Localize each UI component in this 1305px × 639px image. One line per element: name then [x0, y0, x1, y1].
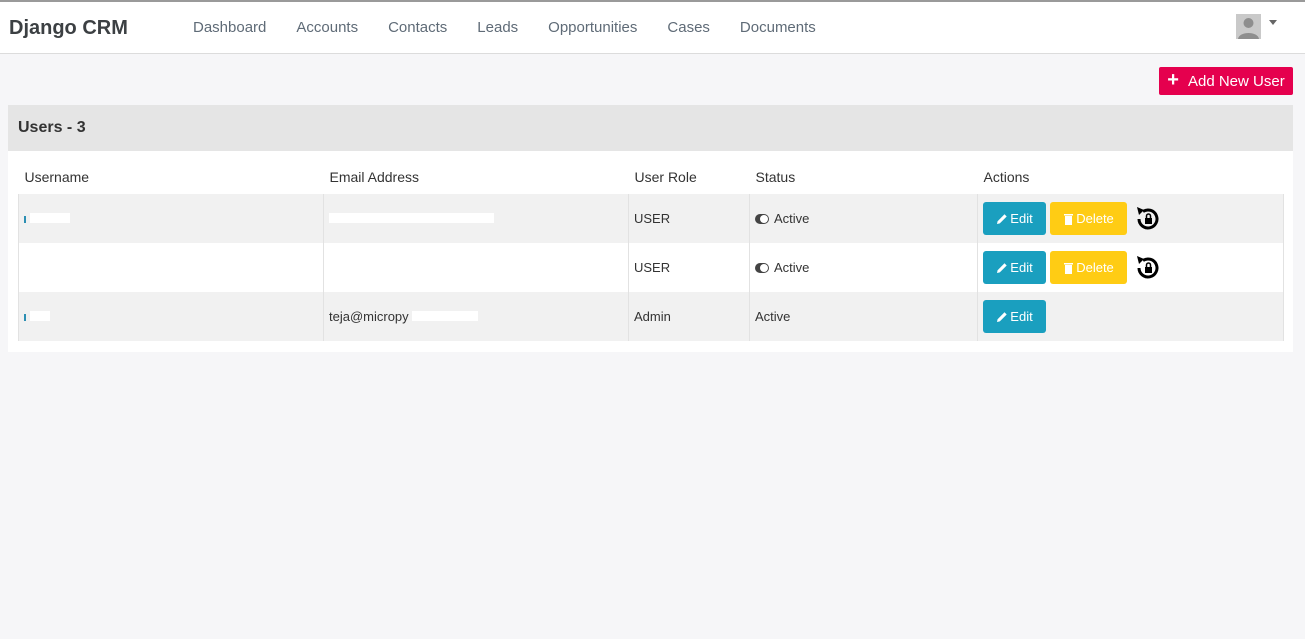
nav-contacts[interactable]: Contacts	[373, 19, 462, 36]
users-table: Username Email Address User Role Status …	[18, 165, 1284, 341]
table-row: USER Active Edit Delete	[18, 194, 1284, 243]
pencil-icon	[997, 213, 1007, 224]
status-cell: Active	[749, 292, 978, 341]
nav-accounts[interactable]: Accounts	[281, 19, 373, 36]
col-actions: Actions	[983, 169, 1030, 185]
nav-documents[interactable]: Documents	[725, 19, 831, 36]
edit-button[interactable]: Edit	[983, 202, 1046, 235]
nav-cases[interactable]: Cases	[652, 19, 725, 36]
redacted-email	[329, 262, 449, 272]
nav-dashboard[interactable]: Dashboard	[178, 19, 281, 36]
delete-label: Delete	[1076, 260, 1114, 275]
redaction-mark	[24, 314, 26, 322]
delete-label: Delete	[1076, 211, 1114, 226]
actions-cell: Edit	[977, 292, 1284, 341]
user-avatar-icon	[1236, 14, 1261, 39]
restore-icon[interactable]	[1134, 254, 1162, 282]
top-navbar: Django CRM Dashboard Accounts Contacts L…	[0, 0, 1305, 54]
username-cell[interactable]	[18, 194, 324, 243]
redacted-email	[329, 213, 494, 223]
nav-leads[interactable]: Leads	[462, 19, 533, 36]
username-cell[interactable]	[18, 292, 324, 341]
toggle-on-icon[interactable]	[755, 262, 769, 273]
nav-opportunities[interactable]: Opportunities	[533, 19, 652, 36]
role-cell: USER	[628, 194, 750, 243]
redacted-email	[412, 311, 479, 321]
table-row: USER Active Edit Delete	[18, 243, 1284, 292]
pencil-icon	[997, 311, 1007, 322]
add-new-user-button[interactable]: + Add New User	[1159, 67, 1293, 95]
edit-button[interactable]: Edit	[983, 251, 1046, 284]
main-nav: Dashboard Accounts Contacts Leads Opport…	[178, 19, 831, 36]
role-cell: Admin	[628, 292, 750, 341]
trash-icon	[1064, 213, 1074, 225]
restore-icon[interactable]	[1134, 205, 1162, 233]
col-status: Status	[755, 169, 796, 185]
brand-logo[interactable]: Django CRM	[9, 17, 128, 40]
pencil-icon	[997, 262, 1007, 273]
edit-label: Edit	[1010, 211, 1033, 226]
redacted-username	[29, 213, 70, 223]
table-header-row: Username Email Address User Role Status …	[19, 165, 1284, 194]
redacted-username	[29, 311, 50, 321]
add-new-user-label: Add New User	[1187, 72, 1285, 90]
panel-title: Users - 3	[8, 105, 1293, 151]
col-role: User Role	[634, 169, 697, 185]
username-cell[interactable]	[18, 243, 324, 292]
status-cell: Active	[749, 243, 978, 292]
email-cell	[323, 243, 629, 292]
users-panel: Users - 3 Username Email Address User Ro…	[8, 105, 1293, 352]
edit-label: Edit	[1010, 260, 1033, 275]
edit-button[interactable]: Edit	[983, 300, 1046, 333]
email-text: teja@micropy	[329, 309, 409, 324]
col-email: Email Address	[329, 169, 419, 185]
status-text: Active	[774, 211, 810, 226]
redaction-mark	[24, 216, 26, 224]
actions-cell: Edit Delete	[977, 194, 1284, 243]
col-username: Username	[24, 169, 90, 185]
email-cell	[323, 194, 629, 243]
delete-button[interactable]: Delete	[1050, 251, 1127, 284]
plus-icon: +	[1167, 69, 1179, 91]
actions-cell: Edit Delete	[977, 243, 1284, 292]
redacted-username	[24, 262, 54, 272]
caret-down-icon	[1269, 20, 1277, 25]
status-cell: Active	[749, 194, 978, 243]
role-cell: USER	[628, 243, 750, 292]
email-cell: teja@micropy	[323, 292, 629, 341]
toggle-on-icon[interactable]	[755, 213, 769, 224]
delete-button[interactable]: Delete	[1050, 202, 1127, 235]
trash-icon	[1064, 262, 1074, 274]
status-text: Active	[774, 260, 810, 275]
user-menu-toggle[interactable]	[1236, 14, 1277, 39]
table-row: teja@micropy Admin Active Edit	[18, 292, 1284, 341]
edit-label: Edit	[1010, 309, 1033, 324]
